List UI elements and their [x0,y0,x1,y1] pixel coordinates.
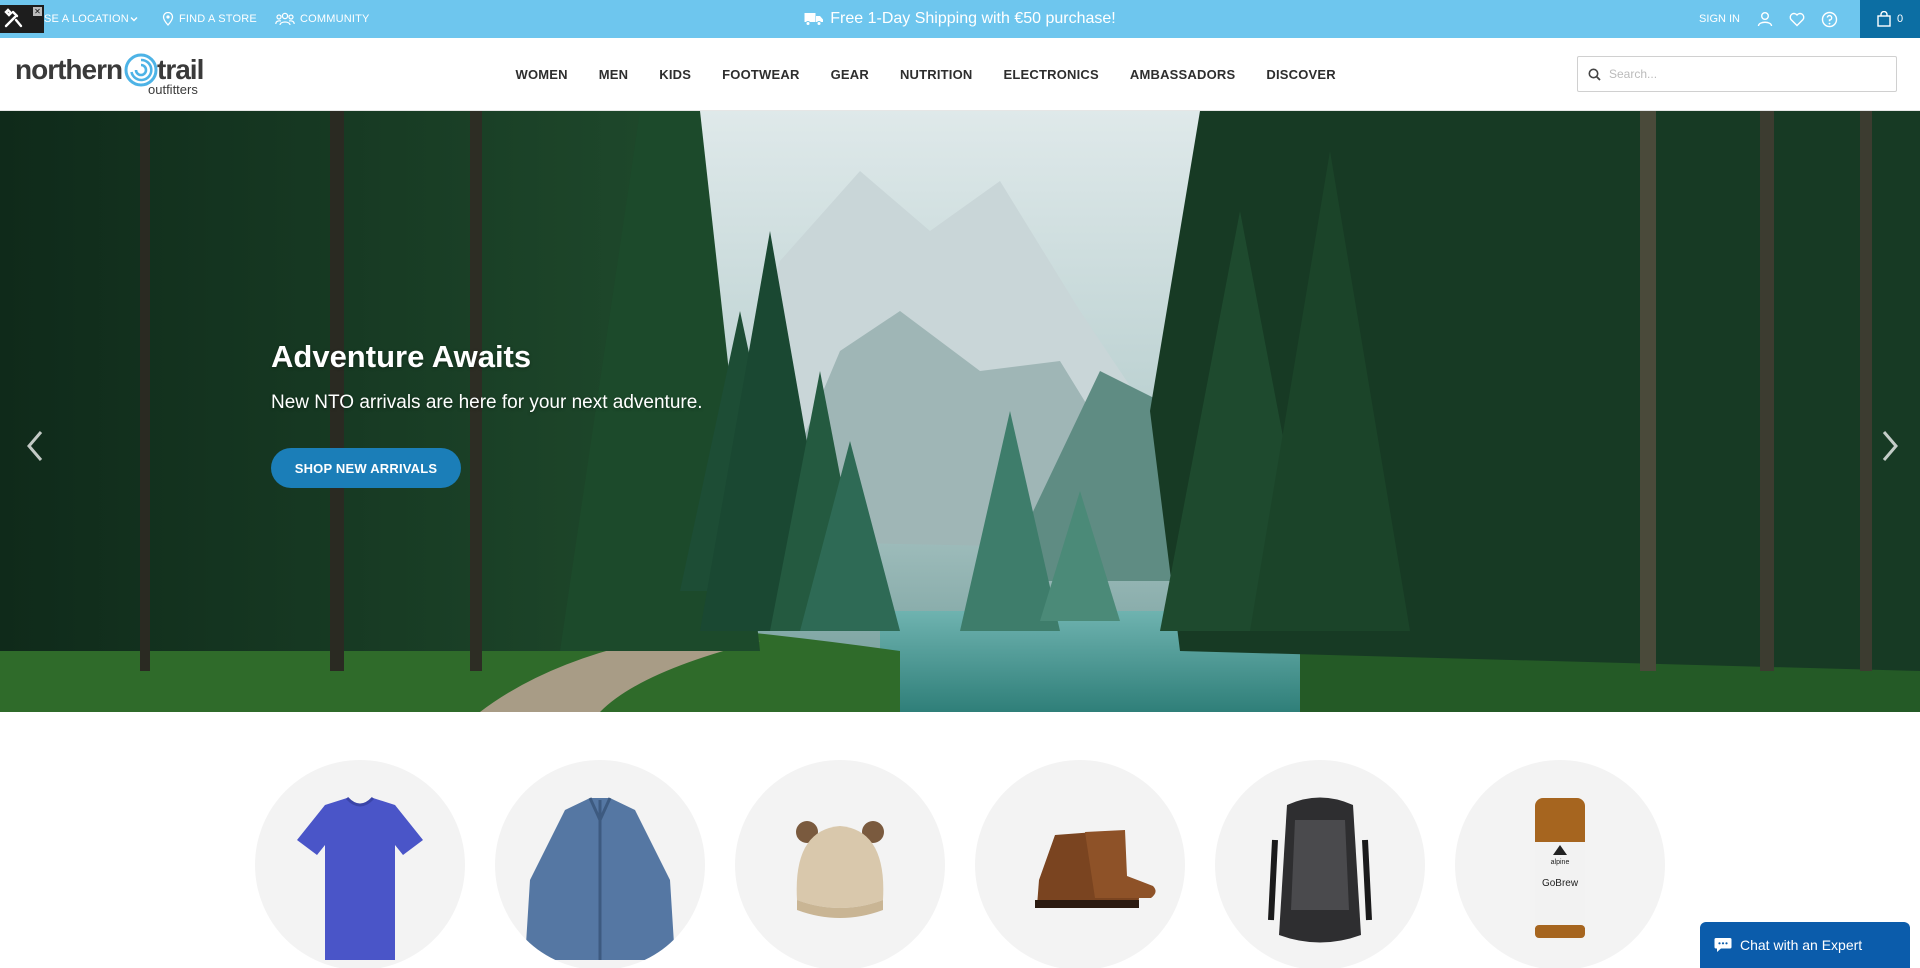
heart-icon[interactable] [1788,10,1806,28]
nav-item-discover[interactable]: DISCOVER [1266,67,1336,82]
map-pin-icon [162,12,174,26]
search-box [1577,56,1897,92]
category-beanie[interactable] [735,760,945,968]
search-input[interactable] [1609,67,1879,81]
find-store-label: FIND A STORE [178,13,257,25]
carousel-prev-button[interactable] [20,426,50,466]
community-label: COMMUNITY [299,13,370,25]
community-link[interactable]: COMMUNITY [275,12,370,26]
nav-item-women[interactable]: WOMEN [516,67,568,82]
nav-item-nutrition[interactable]: NUTRITION [900,67,973,82]
carousel-next-button[interactable] [1875,426,1905,466]
beanie-icon [796,821,884,918]
promo-text: Free 1-Day Shipping with €50 purchase! [830,10,1116,27]
sign-in-link[interactable]: SIGN IN [1699,13,1740,25]
choose-location-link[interactable]: SE A LOCATION [44,13,144,25]
site-header: northern trail outfitters WOMEN MEN KIDS… [0,38,1920,111]
category-strip: alpine GoBrew [255,760,1665,968]
can-product-label: GoBrew [1542,878,1579,889]
close-icon[interactable]: ✕ [33,7,42,16]
category-jacket[interactable] [495,760,705,968]
main-navigation: WOMEN MEN KIDS FOOTWEAR GEAR NUTRITION E… [500,38,1351,111]
chevron-left-icon [27,431,43,461]
category-beverage[interactable]: alpine GoBrew [1455,760,1665,968]
search-icon [1588,68,1601,81]
help-icon[interactable] [1820,10,1838,28]
chat-with-expert-button[interactable]: Chat with an Expert [1700,922,1910,968]
community-icon [275,12,295,26]
chevron-right-icon [1882,431,1898,461]
jacket-icon [525,797,675,960]
chat-label: Chat with an Expert [1740,937,1863,953]
nav-item-ambassadors[interactable]: AMBASSADORS [1130,67,1235,82]
nav-item-gear[interactable]: GEAR [831,67,869,82]
find-store-link[interactable]: FIND A STORE [162,12,257,26]
truck-icon [804,13,824,26]
nav-item-footwear[interactable]: FOOTWEAR [722,67,799,82]
top-bar-left: ✕ SE A LOCATION FIND A STORE COMMUNITY [0,0,370,38]
can-brand-label: alpine [1551,859,1570,866]
logo-word-northern: northern [15,54,123,85]
site-logo[interactable]: northern trail outfitters [15,52,205,97]
boots-icon [1035,830,1156,908]
user-icon[interactable] [1756,10,1774,28]
top-utility-bar: ✕ SE A LOCATION FIND A STORE COMMUNITY F… [0,0,1920,38]
hero-subtitle: New NTO arrivals are here for your next … [271,392,703,413]
logo-subtitle: outfitters [148,82,198,97]
tools-icon [4,8,23,28]
hero-title: Adventure Awaits [271,339,532,374]
category-boots[interactable] [975,760,1185,968]
cart-count: 0 [1896,13,1904,25]
hero-carousel: Adventure Awaits New NTO arrivals are he… [0,111,1920,712]
choose-location-label: SE A LOCATION [44,13,129,25]
shopping-bag-icon [1877,11,1891,27]
nav-item-electronics[interactable]: ELECTRONICS [1004,67,1099,82]
dev-tools-badge[interactable]: ✕ [0,5,44,33]
beverage-can-icon: alpine GoBrew [1535,798,1585,938]
shop-new-arrivals-button[interactable]: SHOP NEW ARRIVALS [271,448,461,488]
nav-item-men[interactable]: MEN [599,67,629,82]
nav-item-kids[interactable]: KIDS [659,67,691,82]
chat-bubble-icon [1714,938,1732,952]
cart-button[interactable]: 0 [1860,0,1920,38]
backpack-icon [1268,797,1372,943]
t-shirt-icon [297,796,423,960]
chevron-down-icon [130,17,138,22]
top-bar-right: SIGN IN 0 [1699,0,1920,38]
category-backpack[interactable] [1215,760,1425,968]
category-tshirt[interactable] [255,760,465,968]
